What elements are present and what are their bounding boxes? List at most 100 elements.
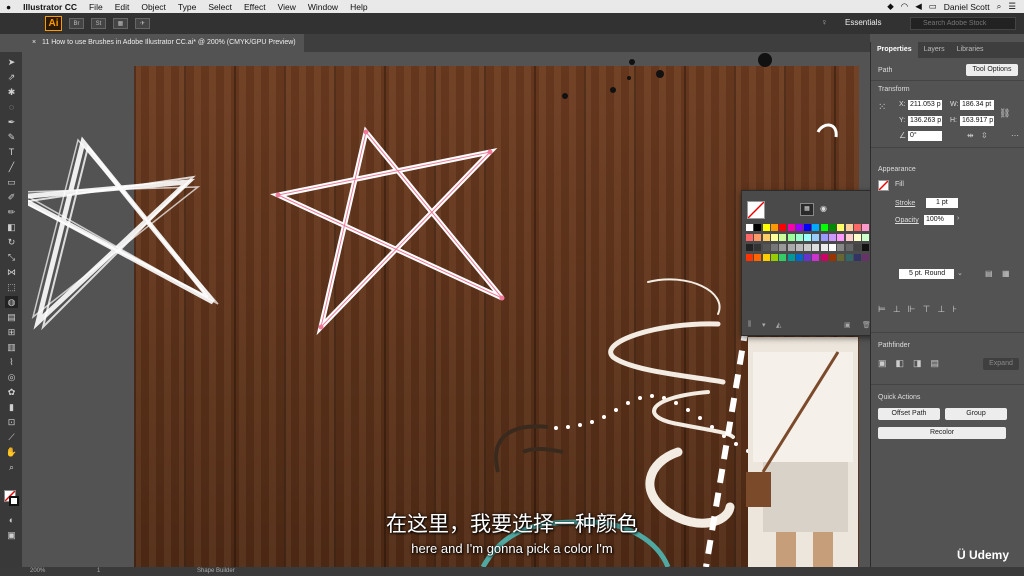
constrain-proportions-icon[interactable]: ⛓: [999, 108, 1010, 119]
selection-tool-icon[interactable]: ➤: [5, 56, 18, 68]
tab-properties[interactable]: Properties: [871, 42, 918, 58]
offset-path-button[interactable]: Offset Path: [878, 408, 940, 420]
width-tool-icon[interactable]: ⋈: [5, 266, 18, 278]
color-mixer-icon[interactable]: ◉: [820, 203, 832, 214]
menu-type[interactable]: Type: [172, 2, 202, 12]
color-swatch[interactable]: [762, 254, 770, 261]
stroke-swatch[interactable]: [9, 496, 19, 506]
bridge-button[interactable]: Br: [69, 18, 84, 29]
flip-vertical-icon[interactable]: ⇳: [981, 131, 988, 140]
color-swatch[interactable]: [770, 244, 778, 251]
x-field[interactable]: 211.053 p: [908, 100, 942, 110]
y-field[interactable]: 136.263 p: [908, 116, 942, 126]
color-swatch[interactable]: [845, 244, 853, 251]
tool-options-button[interactable]: Tool Options: [966, 64, 1018, 76]
type-tool-icon[interactable]: T: [5, 146, 18, 158]
stroke-label[interactable]: Stroke: [895, 200, 915, 207]
color-swatch[interactable]: [795, 224, 803, 231]
brush-library-icon[interactable]: ▤: [985, 269, 993, 278]
color-swatch[interactable]: [779, 234, 787, 241]
color-swatch[interactable]: [779, 254, 787, 261]
chevron-down-icon[interactable]: ⌄: [957, 269, 963, 277]
menu-view[interactable]: View: [272, 2, 302, 12]
color-swatch[interactable]: [787, 254, 795, 261]
menu-help[interactable]: Help: [344, 2, 373, 12]
color-swatch[interactable]: [746, 224, 753, 231]
color-swatch[interactable]: [862, 244, 870, 251]
fill-color-swatch[interactable]: [878, 180, 889, 191]
color-swatch[interactable]: [770, 254, 778, 261]
w-field[interactable]: 186.34 pt: [960, 100, 994, 110]
hand-tool-icon[interactable]: ✋: [5, 446, 18, 458]
rectangle-tool-icon[interactable]: ▭: [5, 176, 18, 188]
color-swatch[interactable]: [845, 234, 853, 241]
workspace-switcher[interactable]: Essentials: [845, 18, 881, 27]
gradient-tool-icon[interactable]: ▥: [5, 341, 18, 353]
symbol-sprayer-tool-icon[interactable]: ✿: [5, 386, 18, 398]
color-swatch[interactable]: [754, 234, 762, 241]
tab-libraries[interactable]: Libraries: [951, 42, 990, 58]
color-swatch[interactable]: [837, 224, 845, 231]
line-tool-icon[interactable]: ╱: [5, 161, 18, 173]
battery-icon[interactable]: ▭: [929, 1, 937, 12]
color-swatch[interactable]: [754, 254, 762, 261]
color-swatch[interactable]: [746, 234, 753, 241]
color-swatch[interactable]: [746, 254, 753, 261]
more-options-icon[interactable]: ⋯: [1011, 131, 1019, 140]
h-field[interactable]: 163.917 p: [960, 116, 994, 126]
color-swatch[interactable]: [820, 244, 828, 251]
rotate-tool-icon[interactable]: ↻: [5, 236, 18, 248]
color-swatch[interactable]: [762, 234, 770, 241]
menu-select[interactable]: Select: [202, 2, 238, 12]
reference-point-icon[interactable]: ⁙: [878, 102, 886, 113]
swatch-options-icon[interactable]: ◭: [776, 321, 781, 329]
tab-layers[interactable]: Layers: [918, 42, 951, 58]
new-swatch-icon[interactable]: ▣: [844, 321, 851, 329]
close-icon[interactable]: ×: [32, 34, 36, 52]
color-swatch[interactable]: [762, 224, 770, 231]
search-icon[interactable]: ⌕: [997, 1, 1002, 12]
color-swatch[interactable]: [829, 224, 836, 231]
color-swatch[interactable]: [845, 254, 853, 261]
brush-definition-field[interactable]: 5 pt. Round: [899, 269, 954, 279]
color-swatch[interactable]: [837, 234, 845, 241]
recolor-button[interactable]: Recolor: [878, 427, 1006, 439]
graph-tool-icon[interactable]: ▮: [5, 401, 18, 413]
color-swatch[interactable]: [804, 224, 812, 231]
color-swatch[interactable]: [804, 244, 812, 251]
opacity-field[interactable]: 100%: [924, 215, 954, 225]
flip-horizontal-icon[interactable]: ⇹: [967, 131, 974, 140]
swatches-popup[interactable]: ▦ ◉ ⫼ ▾ ◭ ▣ 🗑: [741, 190, 886, 336]
color-swatch[interactable]: [829, 244, 836, 251]
pen-tool-icon[interactable]: ✒: [5, 116, 18, 128]
swatches-view-icon[interactable]: ▦: [800, 203, 814, 216]
user-name[interactable]: Daniel Scott: [944, 2, 990, 12]
eyedropper-tool-icon[interactable]: ⌇: [5, 356, 18, 368]
selected-star-path[interactable]: [269, 126, 505, 336]
expand-button[interactable]: Expand: [983, 358, 1019, 370]
align-icons[interactable]: ⊨⊥⊩⊤⊥⊦: [878, 304, 1018, 316]
lasso-tool-icon[interactable]: ◌: [5, 101, 18, 113]
color-swatch[interactable]: [754, 244, 762, 251]
none-swatch-icon[interactable]: [747, 201, 765, 219]
slice-tool-icon[interactable]: ⟋: [5, 431, 18, 443]
color-swatch[interactable]: [853, 244, 861, 251]
arrange-documents-button[interactable]: ▦: [113, 18, 128, 29]
color-swatch[interactable]: [787, 244, 795, 251]
color-swatch[interactable]: [787, 234, 795, 241]
color-swatch[interactable]: [812, 254, 820, 261]
zoom-tool-icon[interactable]: ⌕: [5, 461, 18, 473]
direct-selection-tool-icon[interactable]: ⇗: [5, 71, 18, 83]
color-swatch[interactable]: [795, 254, 803, 261]
perspective-grid-tool-icon[interactable]: ▤: [5, 311, 18, 323]
mesh-tool-icon[interactable]: ⊞: [5, 326, 18, 338]
show-kinds-icon[interactable]: ▾: [762, 321, 766, 329]
color-swatch[interactable]: [837, 254, 845, 261]
color-swatch[interactable]: [787, 224, 795, 231]
menu-effect[interactable]: Effect: [238, 2, 272, 12]
zoom-level[interactable]: 200%: [30, 568, 45, 574]
angle-field[interactable]: 0°: [908, 131, 942, 141]
apple-icon[interactable]: ●: [0, 2, 17, 12]
library-icon[interactable]: ⫼: [748, 321, 751, 329]
color-swatch[interactable]: [795, 244, 803, 251]
